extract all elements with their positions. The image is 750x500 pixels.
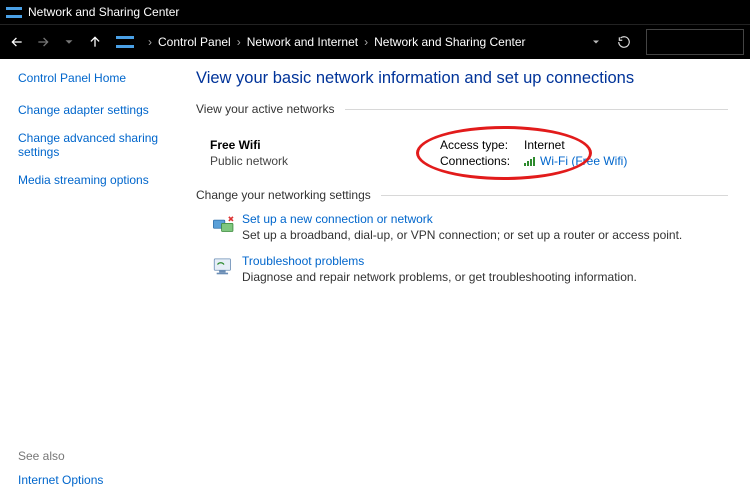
task-setup-connection: Set up a new connection or network Set u… [206, 212, 728, 242]
chevron-right-icon: › [148, 35, 152, 49]
sidebar-item-media[interactable]: Media streaming options [18, 173, 178, 187]
title-bar: Network and Sharing Center [0, 0, 750, 24]
sidebar: Control Panel Home Change adapter settin… [0, 59, 190, 500]
forward-button[interactable] [32, 31, 54, 53]
back-button[interactable] [6, 31, 28, 53]
crumb-2[interactable]: Network and Sharing Center [374, 35, 525, 49]
sidebar-home[interactable]: Control Panel Home [18, 71, 178, 85]
troubleshoot-icon [206, 254, 242, 284]
task-troubleshoot-desc: Diagnose and repair network problems, or… [242, 270, 637, 284]
connections-label: Connections: [440, 154, 524, 168]
see-also-header: See also [18, 449, 103, 463]
content-area: Control Panel Home Change adapter settin… [0, 59, 750, 500]
change-settings-group: Change your networking settings Set up a… [196, 188, 728, 284]
network-summary: Free Wifi Public network [196, 138, 440, 170]
network-name: Free Wifi [210, 138, 440, 152]
see-also: See also Internet Options [18, 449, 103, 487]
network-details: Access type: Internet Connections: Wi-Fi… [440, 138, 627, 170]
breadcrumb[interactable]: › Control Panel › Network and Internet ›… [142, 35, 526, 49]
wifi-connection-link[interactable]: Wi-Fi (Free Wifi) [540, 154, 627, 168]
recent-dropdown-icon[interactable] [58, 31, 80, 53]
wifi-signal-icon [524, 156, 536, 166]
active-networks-header: View your active networks [196, 102, 335, 116]
chevron-right-icon: › [237, 35, 241, 49]
sidebar-item-sharing[interactable]: Change advanced sharing settings [18, 131, 178, 159]
task-setup-connection-desc: Set up a broadband, dial-up, or VPN conn… [242, 228, 682, 242]
window-title: Network and Sharing Center [28, 5, 179, 19]
app-icon [6, 4, 22, 20]
crumb-1[interactable]: Network and Internet [247, 35, 358, 49]
up-button[interactable] [84, 31, 106, 53]
task-setup-connection-link[interactable]: Set up a new connection or network [242, 212, 682, 226]
active-networks-group: View your active networks Free Wifi Publ… [196, 102, 728, 170]
change-settings-header: Change your networking settings [196, 188, 371, 202]
network-type: Public network [210, 154, 440, 168]
divider [381, 195, 728, 196]
see-also-internet-options[interactable]: Internet Options [18, 473, 103, 487]
page-title: View your basic network information and … [196, 69, 728, 88]
divider [345, 109, 728, 110]
setup-connection-icon [206, 212, 242, 242]
crumb-0[interactable]: Control Panel [158, 35, 231, 49]
search-input[interactable] [646, 29, 744, 55]
task-troubleshoot: Troubleshoot problems Diagnose and repai… [206, 254, 728, 284]
task-troubleshoot-link[interactable]: Troubleshoot problems [242, 254, 637, 268]
access-type-label: Access type: [440, 138, 524, 152]
refresh-button[interactable] [614, 32, 634, 52]
sidebar-item-adapter[interactable]: Change adapter settings [18, 103, 178, 117]
address-dropdown-icon[interactable] [586, 32, 606, 52]
nav-bar: › Control Panel › Network and Internet ›… [0, 24, 750, 59]
chevron-right-icon: › [364, 35, 368, 49]
access-type-value: Internet [524, 138, 565, 152]
main-panel: View your basic network information and … [190, 59, 750, 500]
location-icon [116, 33, 134, 51]
